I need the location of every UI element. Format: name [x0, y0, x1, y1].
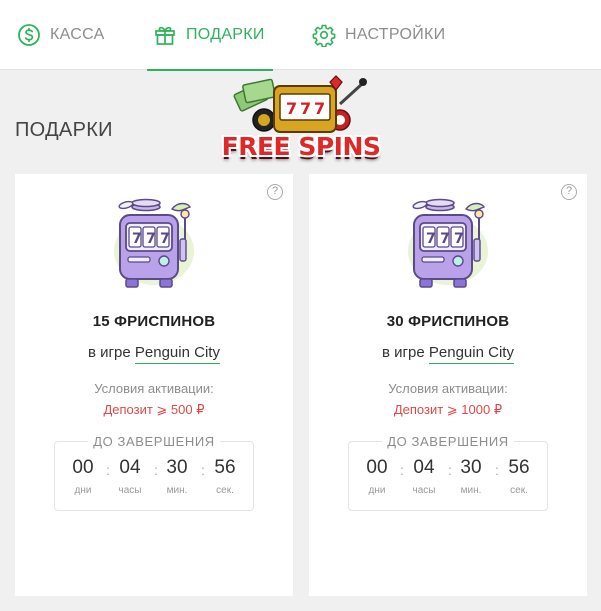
slot-machine-art: 7 7 7 [233, 75, 367, 133]
banner-word-free: FREE [221, 131, 291, 161]
tab-gifts-label: ПОДАРКИ [186, 26, 265, 43]
timer-days-unit: дни [368, 485, 386, 496]
reel-1: 7 [132, 231, 142, 247]
reel-2: 7 [146, 231, 156, 247]
slot-machine-icon: 7 7 7 [408, 198, 488, 288]
timer-minutes: 30 мин. [451, 457, 491, 496]
top-nav: КАССА ПОДАРКИ НАСТРОЙКИ [0, 0, 601, 71]
page-title: ПОДАРКИ [15, 119, 113, 141]
timer-seconds: 56 сек. [205, 457, 245, 496]
timer-minutes-unit: мин. [460, 485, 482, 496]
timer-days-value: 00 [366, 457, 388, 478]
gear-icon [312, 23, 336, 48]
reel-3: 7 [160, 231, 170, 247]
timer-days-value: 00 [72, 457, 94, 478]
conditions-value: Депозит ⩾ 1000 ₽ [393, 402, 503, 417]
svg-text:7: 7 [314, 99, 325, 118]
timer-days: 00 дни [63, 457, 103, 496]
timer-hours: 04 часы [110, 457, 150, 496]
timer-hours-value: 04 [119, 457, 141, 478]
free-spins-banner: 7 7 7 FREE SPINS [221, 74, 381, 166]
timer-hours-value: 04 [413, 457, 435, 478]
timer-hours-unit: часы [412, 485, 436, 496]
timer-seconds-unit: сек. [216, 485, 234, 496]
tab-kassa[interactable]: КАССА [17, 0, 105, 70]
timer-minutes-value: 30 [166, 457, 188, 478]
help-icon[interactable]: ? [561, 184, 577, 200]
game-link[interactable]: Penguin City [134, 344, 220, 364]
timer-label: ДО ЗАВЕРШЕНИЯ [88, 434, 220, 449]
gift-icon [153, 23, 177, 47]
conditions-label: Условия активации: [388, 381, 508, 396]
timer-days-unit: дни [74, 485, 92, 496]
countdown-timer: ДО ЗАВЕРШЕНИЯ 00 дни : 04 часы : 30 мин.… [348, 434, 548, 511]
tab-settings[interactable]: НАСТРОЙКИ [312, 0, 445, 70]
svg-text:7: 7 [286, 99, 297, 118]
tab-settings-label: НАСТРОЙКИ [345, 26, 446, 43]
countdown-timer: ДО ЗАВЕРШЕНИЯ 00 дни : 04 часы : 30 мин.… [54, 434, 254, 511]
svg-text:7: 7 [300, 99, 311, 118]
conditions-value: Депозит ⩾ 500 ₽ [103, 402, 205, 417]
reel-3: 7 [454, 231, 464, 247]
timer-seconds-value: 56 [214, 457, 236, 478]
help-icon[interactable]: ? [267, 184, 283, 200]
game-link[interactable]: Penguin City [428, 344, 514, 364]
gift-title: 15 ФРИСПИНОВ [92, 313, 216, 330]
timer-seconds-unit: сек. [510, 485, 528, 496]
timer-days: 00 дни [357, 457, 397, 496]
gift-card: ? 7 7 7 15 ФРИСПИНОВ в игре Penguin City… [15, 174, 293, 596]
timer-hours: 04 часы [404, 457, 444, 496]
tab-kassa-label: КАССА [50, 26, 105, 43]
reel-2: 7 [440, 231, 450, 247]
timer-hours-unit: часы [118, 485, 142, 496]
game-line: в игре Penguin City [15, 344, 293, 364]
timer-seconds: 56 сек. [499, 457, 539, 496]
gift-title: 30 ФРИСПИНОВ [386, 313, 510, 330]
conditions-label: Условия активации: [94, 381, 214, 396]
free-spins-text: FREE SPINS [221, 128, 381, 164]
timer-minutes-unit: мин. [166, 485, 188, 496]
game-line: в игре Penguin City [309, 344, 587, 364]
gift-card: ? 7 7 7 30 ФРИСПИНОВ в игре Penguin City… [309, 174, 587, 596]
game-prefix: в игре [88, 344, 131, 361]
timer-minutes-value: 30 [460, 457, 482, 478]
reel-1: 7 [426, 231, 436, 247]
tab-gifts[interactable]: ПОДАРКИ [147, 0, 273, 71]
timer-label: ДО ЗАВЕРШЕНИЯ [382, 434, 514, 449]
timer-minutes: 30 мин. [157, 457, 197, 496]
game-prefix: в игре [382, 344, 425, 361]
slot-machine-icon: 7 7 7 [114, 198, 194, 288]
banner-word-spins: SPINS [298, 131, 381, 161]
dollar-icon [17, 23, 41, 47]
timer-seconds-value: 56 [508, 457, 530, 478]
